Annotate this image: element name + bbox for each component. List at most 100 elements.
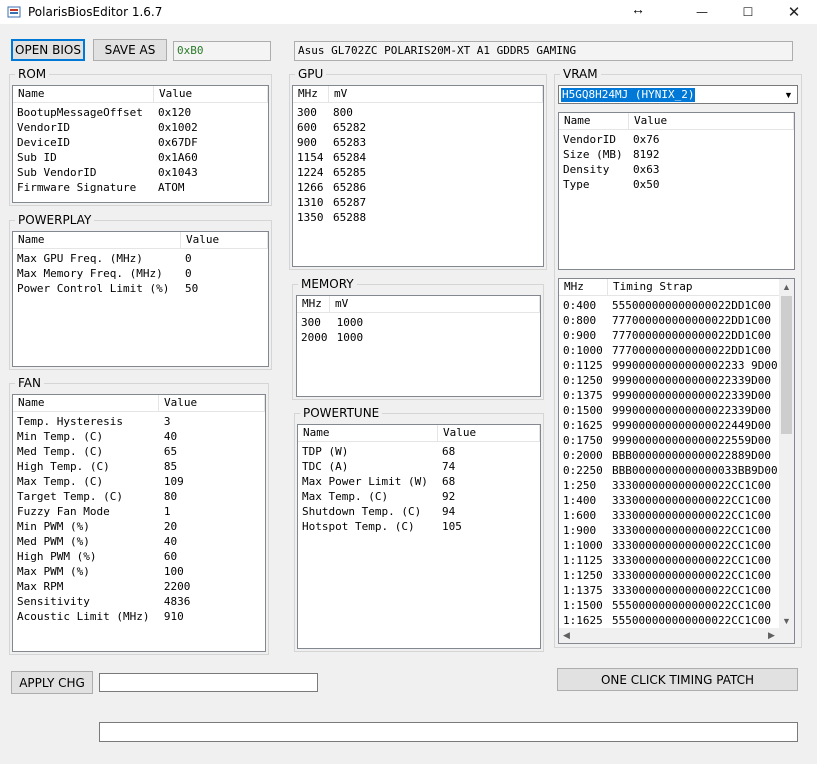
rom-row[interactable]: Firmware Signature ATOM [13,180,268,195]
column-header-name[interactable]: Name [559,113,629,129]
timing-row[interactable]: 0:1500 999000000000000022339D00 [559,403,781,418]
checksum-field[interactable]: 0xB0 [173,41,271,61]
vram-row[interactable]: VendorID 0x76 [559,132,794,147]
column-header-value[interactable]: Value [629,113,794,129]
scroll-left-icon[interactable]: ◀ [559,628,574,643]
gpu-row[interactable]: 1350 65288 [293,210,543,225]
rom-list[interactable]: Name Value BootupMessageOffset 0x120 Vendo… [12,85,269,203]
column-header-mhz[interactable]: MHz [293,86,329,102]
fan-row[interactable]: Target Temp. (C) 80 [13,489,265,504]
status-bar-field[interactable] [99,722,798,742]
timing-row[interactable]: 1:1500 555000000000000022CC1C00 [559,598,781,613]
fan-row[interactable]: Min Temp. (C) 40 [13,429,265,444]
fan-row[interactable]: Sensitivity 4836 [13,594,265,609]
powertune-row[interactable]: TDP (W) 68 [298,444,540,459]
timing-row[interactable]: 1:1000 333000000000000022CC1C00 [559,538,781,553]
memory-row[interactable]: 300 1000 [297,315,540,330]
vram-row[interactable]: Size (MB) 8192 [559,147,794,162]
timing-horizontal-scrollbar[interactable]: ◀ ▶ [559,628,794,643]
fan-row[interactable]: High Temp. (C) 85 [13,459,265,474]
gpu-row[interactable]: 900 65283 [293,135,543,150]
column-header-name[interactable]: Name [298,425,438,441]
scroll-thumb[interactable] [781,296,792,434]
apply-changes-button[interactable]: APPLY CHG [11,671,93,694]
timing-row[interactable]: 1:1250 333000000000000022CC1C00 [559,568,781,583]
memory-list[interactable]: MHz mV 300 1000 2000 1000 [296,295,541,397]
powerplay-row[interactable]: Power Control Limit (%) 50 [13,281,268,296]
column-header-name[interactable]: Name [13,86,154,102]
scroll-up-icon[interactable]: ▲ [779,279,794,294]
column-header-value[interactable]: Value [154,86,268,102]
gpu-row[interactable]: 1310 65287 [293,195,543,210]
powertune-row[interactable]: Max Temp. (C) 92 [298,489,540,504]
vram-select[interactable]: H5GQ8H24MJ (HYNIX_2) ▼ [558,85,798,104]
vram-info-list[interactable]: Name Value VendorID 0x76 Size (MB) 8192 Dens… [558,112,795,270]
column-header-value[interactable]: Value [438,425,540,441]
rom-row[interactable]: DeviceID 0x67DF [13,135,268,150]
fan-row[interactable]: Min PWM (%) 20 [13,519,265,534]
powertune-list[interactable]: Name Value TDP (W) 68 TDC (A) 74 Max Power L… [297,424,541,649]
fan-row[interactable]: Med Temp. (C) 65 [13,444,265,459]
timing-row[interactable]: 0:1250 999000000000000022339D00 [559,373,781,388]
gpu-row[interactable]: 600 65282 [293,120,543,135]
rom-row[interactable]: Sub VendorID 0x1043 [13,165,268,180]
column-header-name[interactable]: Name [13,232,181,248]
powerplay-list[interactable]: Name Value Max GPU Freq. (MHz) 0 Max Memor… [12,231,269,367]
timing-row[interactable]: 1:400 333000000000000022CC1C00 [559,493,781,508]
timing-row[interactable]: 1:1125 333000000000000022CC1C00 [559,553,781,568]
timing-strap-list[interactable]: MHz Timing Strap 0:400 555000000000000022… [558,278,795,644]
rom-row[interactable]: BootupMessageOffset 0x120 [13,105,268,120]
powertune-row[interactable]: TDC (A) 74 [298,459,540,474]
column-header-value[interactable]: Value [181,232,268,248]
timing-row[interactable]: 0:1625 999000000000000022449D00 [559,418,781,433]
apply-status-field[interactable] [99,673,318,692]
memory-row[interactable]: 2000 1000 [297,330,540,345]
timing-row[interactable]: 1:1375 333000000000000022CC1C00 [559,583,781,598]
powerplay-row[interactable]: Max Memory Freq. (MHz) 0 [13,266,268,281]
gpu-row[interactable]: 1266 65286 [293,180,543,195]
fan-row[interactable]: Acoustic Limit (MHz) 910 [13,609,265,624]
timing-row[interactable]: 0:1125 99900000000000002233 9D00 [559,358,781,373]
timing-row[interactable]: 0:900 777000000000000022DD1C00 [559,328,781,343]
maximize-button[interactable]: ☐ [725,0,771,24]
fan-row[interactable]: Max PWM (%) 100 [13,564,265,579]
fan-row[interactable]: High PWM (%) 60 [13,549,265,564]
chevron-down-icon[interactable]: ▼ [780,86,797,103]
timing-row[interactable]: 1:600 333000000000000022CC1C00 [559,508,781,523]
powertune-row[interactable]: Max Power Limit (W) 68 [298,474,540,489]
timing-row[interactable]: 0:1375 999000000000000022339D00 [559,388,781,403]
timing-row[interactable]: 1:1625 555000000000000022CC1C00 [559,613,781,627]
column-header-value[interactable]: Value [159,395,265,411]
column-header-mv[interactable]: mV [330,296,540,312]
powerplay-row[interactable]: Max GPU Freq. (MHz) 0 [13,251,268,266]
column-header-timing-strap[interactable]: Timing Strap [608,279,781,295]
minimize-button[interactable]: — [679,0,725,24]
column-header-name[interactable]: Name [13,395,159,411]
column-header-mhz[interactable]: MHz [559,279,608,295]
fan-row[interactable]: Med PWM (%) 40 [13,534,265,549]
gpu-row[interactable]: 1154 65284 [293,150,543,165]
open-bios-button[interactable]: OPEN BIOS [11,39,85,61]
vram-row[interactable]: Density 0x63 [559,162,794,177]
scroll-right-icon[interactable]: ▶ [764,628,779,643]
rom-row[interactable]: Sub ID 0x1A60 [13,150,268,165]
timing-row[interactable]: 0:800 777000000000000022DD1C00 [559,313,781,328]
fan-list[interactable]: Name Value Temp. Hysteresis 3 Min Temp. (C… [12,394,266,652]
fan-row[interactable]: Max RPM 2200 [13,579,265,594]
gpu-row[interactable]: 300 800 [293,105,543,120]
timing-row[interactable]: 0:2000 BBB000000000000022889D00 [559,448,781,463]
column-header-mhz[interactable]: MHz [297,296,330,312]
fan-row[interactable]: Temp. Hysteresis 3 [13,414,265,429]
fan-row[interactable]: Max Temp. (C) 109 [13,474,265,489]
rom-row[interactable]: VendorID 0x1002 [13,120,268,135]
column-header-mv[interactable]: mV [329,86,543,102]
timing-row[interactable]: 1:250 333000000000000022CC1C00 [559,478,781,493]
timing-vertical-scrollbar[interactable]: ▲ ▼ [779,279,794,628]
gpu-row[interactable]: 1224 65285 [293,165,543,180]
vram-row[interactable]: Type 0x50 [559,177,794,192]
timing-row[interactable]: 0:400 555000000000000022DD1C00 [559,298,781,313]
powertune-row[interactable]: Hotspot Temp. (C) 105 [298,519,540,534]
powertune-row[interactable]: Shutdown Temp. (C) 94 [298,504,540,519]
scroll-down-icon[interactable]: ▼ [779,613,794,628]
timing-row[interactable]: 0:1750 999000000000000022559D00 [559,433,781,448]
